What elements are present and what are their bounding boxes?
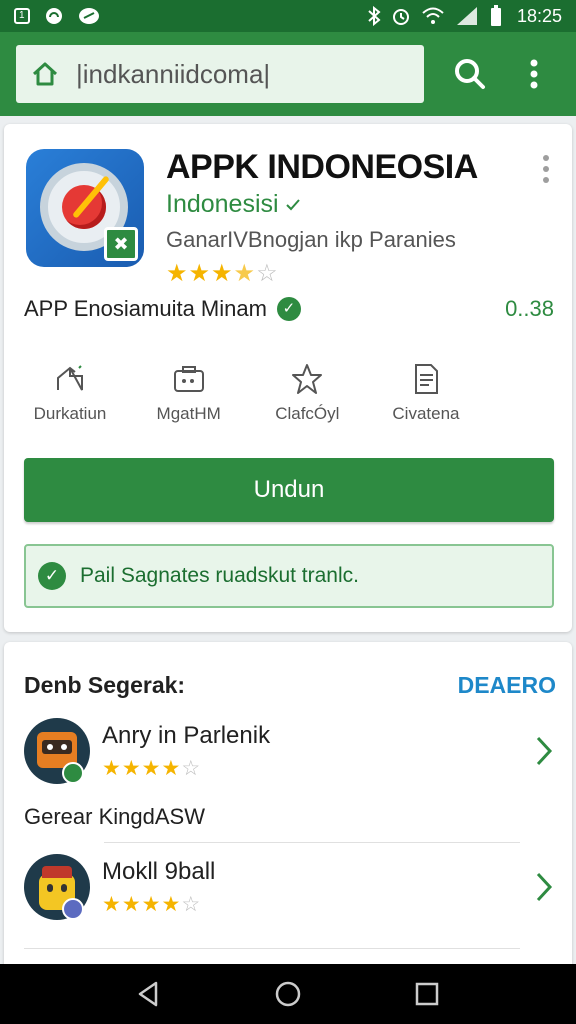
back-icon[interactable] xyxy=(134,979,164,1009)
divider xyxy=(24,948,520,949)
status-notice: ✓ Pail Sagnates ruadskut tranlc. xyxy=(24,544,554,608)
system-nav-bar xyxy=(0,964,576,1024)
app-meta-row: APP Enosiamuita Minam ✓ 0..38 xyxy=(24,296,554,322)
more-vert-icon xyxy=(530,59,538,89)
document-icon xyxy=(414,364,438,394)
search-input[interactable]: |indkanniidcoma| xyxy=(16,45,424,103)
star-empty-icon: ☆ xyxy=(181,893,202,916)
action-label: MgatHM xyxy=(156,404,221,423)
app-size: 0..38 xyxy=(505,296,554,321)
list-item-title: Mokll 9ball xyxy=(102,858,216,885)
action-label: Civatena xyxy=(392,404,460,423)
action-media[interactable]: MgatHM xyxy=(137,362,241,424)
app-rating-stars: ★★★★☆ xyxy=(166,259,279,288)
star-empty-icon: ☆ xyxy=(181,757,202,780)
battery-icon xyxy=(490,5,501,26)
section-title: Denb Segerak: xyxy=(24,672,186,698)
star-empty-icon: ☆ xyxy=(256,260,279,287)
developer-name: Indonesisi xyxy=(166,190,279,218)
verified-badge-icon xyxy=(62,762,84,784)
action-label: ClafcÓyl xyxy=(275,404,340,423)
list-item-rating: ★★★★☆ xyxy=(102,756,201,781)
search-icon xyxy=(455,59,485,89)
alarm-icon xyxy=(392,9,409,25)
list-item-rating: ★★★★☆ xyxy=(102,892,201,917)
chevron-right-icon xyxy=(536,736,553,766)
action-rate[interactable]: ClafcÓyl xyxy=(255,362,359,424)
wifi-icon xyxy=(422,7,444,24)
clock: 18:25 xyxy=(516,5,562,26)
app-icon-badge: ✖ xyxy=(104,227,138,261)
badge-icon xyxy=(62,898,84,920)
action-row: Durkatiun MgatHM ClafcÓyl Civatena xyxy=(18,362,478,424)
star-icon: ★★★★ xyxy=(102,893,182,916)
share-icon xyxy=(57,365,83,391)
see-more-link[interactable]: DEAERO xyxy=(458,672,556,699)
action-share[interactable]: Durkatiun xyxy=(18,362,122,424)
star-half-icon: ★ xyxy=(233,260,257,287)
home-nav-icon[interactable] xyxy=(273,979,303,1009)
search-query: |indkanniidcoma| xyxy=(76,58,271,89)
app-meta-text: APP Enosiamuita Minam xyxy=(24,296,267,321)
recommendations-card: Denb Segerak: DEAERO Anry in Parlenik ★★… xyxy=(4,642,572,972)
app-icon: ✖ xyxy=(26,149,144,267)
recents-icon[interactable] xyxy=(412,979,442,1009)
app-more-icon[interactable] xyxy=(536,154,556,184)
headset-icon xyxy=(45,8,62,24)
chevron-right-icon xyxy=(536,872,553,902)
star-icon: ★★★★ xyxy=(102,757,182,780)
divider xyxy=(104,842,520,843)
app-detail-card: ✖ APPK INDONEOSIA Indonesisi GanarIVBnog… xyxy=(4,124,572,632)
check-circle-icon: ✓ xyxy=(38,562,66,590)
list-item-title: Anry in Parlenik xyxy=(102,722,271,749)
action-details[interactable]: Civatena xyxy=(374,362,478,424)
camera-icon xyxy=(173,366,204,392)
action-label: Durkatiun xyxy=(33,404,107,423)
verified-check-icon xyxy=(285,198,300,210)
sim-icon: 1 xyxy=(14,8,30,24)
star-outline-icon xyxy=(292,364,323,394)
app-title: APPK INDONEOSIA xyxy=(166,148,478,186)
install-button[interactable]: Undun xyxy=(24,458,554,522)
notice-text: Pail Sagnates ruadskut tranlc. xyxy=(80,564,359,587)
developer-link[interactable]: Indonesisi xyxy=(166,190,301,219)
notification-icon xyxy=(78,8,99,24)
app-category: GanarIVBnogjan ikp Paranies xyxy=(166,227,456,252)
subheading: Gerear KingdASW xyxy=(24,804,205,829)
signal-icon xyxy=(456,7,477,25)
star-icon: ★ xyxy=(188,260,212,287)
list-item[interactable]: Mokll 9ball ★★★★☆ xyxy=(24,854,554,924)
check-icon: ✓ xyxy=(276,297,301,321)
star-icon: ★ xyxy=(211,260,234,287)
overflow-menu-button[interactable] xyxy=(514,54,554,94)
list-item[interactable]: Anry in Parlenik ★★★★☆ xyxy=(24,718,554,788)
status-bar: 1 18:25 xyxy=(0,0,576,32)
star-icon: ★ xyxy=(166,260,189,287)
app-bar: |indkanniidcoma| xyxy=(0,32,576,116)
home-icon[interactable] xyxy=(30,59,60,89)
search-button[interactable] xyxy=(450,54,490,94)
bluetooth-icon xyxy=(368,6,381,26)
